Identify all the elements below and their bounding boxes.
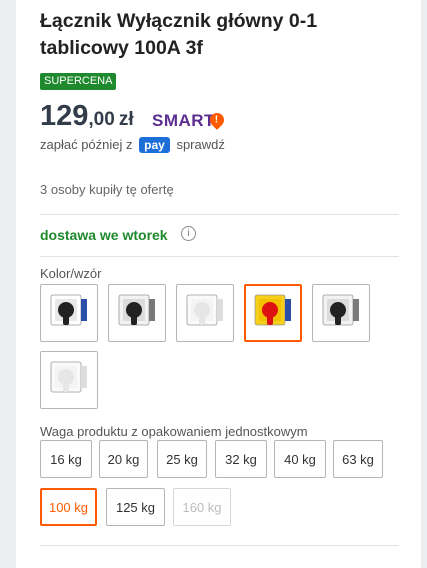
product-title: Łącznik Wyłącznik główny 0-1 tablicowy 1…: [40, 10, 318, 59]
weight-option[interactable]: 40 kg: [274, 440, 326, 478]
weight-option: 160 kg: [173, 488, 231, 526]
variant-swatch[interactable]: [108, 284, 166, 342]
variant-swatch[interactable]: [312, 284, 370, 342]
weight-label: Waga produktu z opakowaniem jednostkowym: [40, 424, 308, 439]
bought-count-text: 3 osoby kupiły tę ofertę: [40, 182, 174, 197]
page-right-gutter: [421, 0, 427, 568]
black-gray-switch-icon: [319, 289, 363, 338]
weight-option[interactable]: 125 kg: [106, 488, 165, 526]
variant-swatch[interactable]: [40, 351, 98, 409]
divider: [40, 545, 399, 546]
pay-later-text: zapłać później z: [40, 137, 133, 152]
check-link[interactable]: sprawdź: [176, 137, 224, 152]
variant-swatch[interactable]: [244, 284, 302, 342]
divider: [40, 214, 399, 215]
info-icon[interactable]: i: [181, 226, 196, 241]
price-integer: 129: [40, 100, 89, 132]
variant-swatch[interactable]: [40, 284, 98, 342]
divider: [40, 256, 399, 257]
black-gray-switch-icon: [115, 289, 159, 338]
pay-logo: pay: [139, 136, 170, 153]
weight-option[interactable]: 32 kg: [215, 440, 267, 478]
weight-option[interactable]: 25 kg: [157, 440, 207, 478]
smart-logo: SMART: [152, 111, 215, 130]
price: 129,00 zł: [40, 100, 134, 133]
black-blue-switch-icon: [47, 289, 91, 338]
delivery-text: dostawa we wtorek: [40, 227, 168, 243]
page-left-gutter: [0, 0, 16, 568]
pay-later-row: zapłać później z pay sprawdź: [40, 136, 225, 154]
white-switch-icon: [183, 289, 227, 338]
red-yellow-switch-icon: [251, 289, 295, 338]
price-decimal: ,00: [88, 109, 115, 130]
supercena-badge: SUPERCENA: [40, 73, 117, 90]
weight-option[interactable]: 16 kg: [40, 440, 92, 478]
variant-swatch[interactable]: [176, 284, 234, 342]
weight-option[interactable]: 63 kg: [333, 440, 383, 478]
weight-option[interactable]: 100 kg: [40, 488, 97, 526]
weight-option[interactable]: 20 kg: [99, 440, 148, 478]
white-switch-icon: [47, 356, 91, 405]
price-currency: zł: [118, 109, 134, 130]
variant-label: Kolor/wzór: [40, 266, 102, 281]
